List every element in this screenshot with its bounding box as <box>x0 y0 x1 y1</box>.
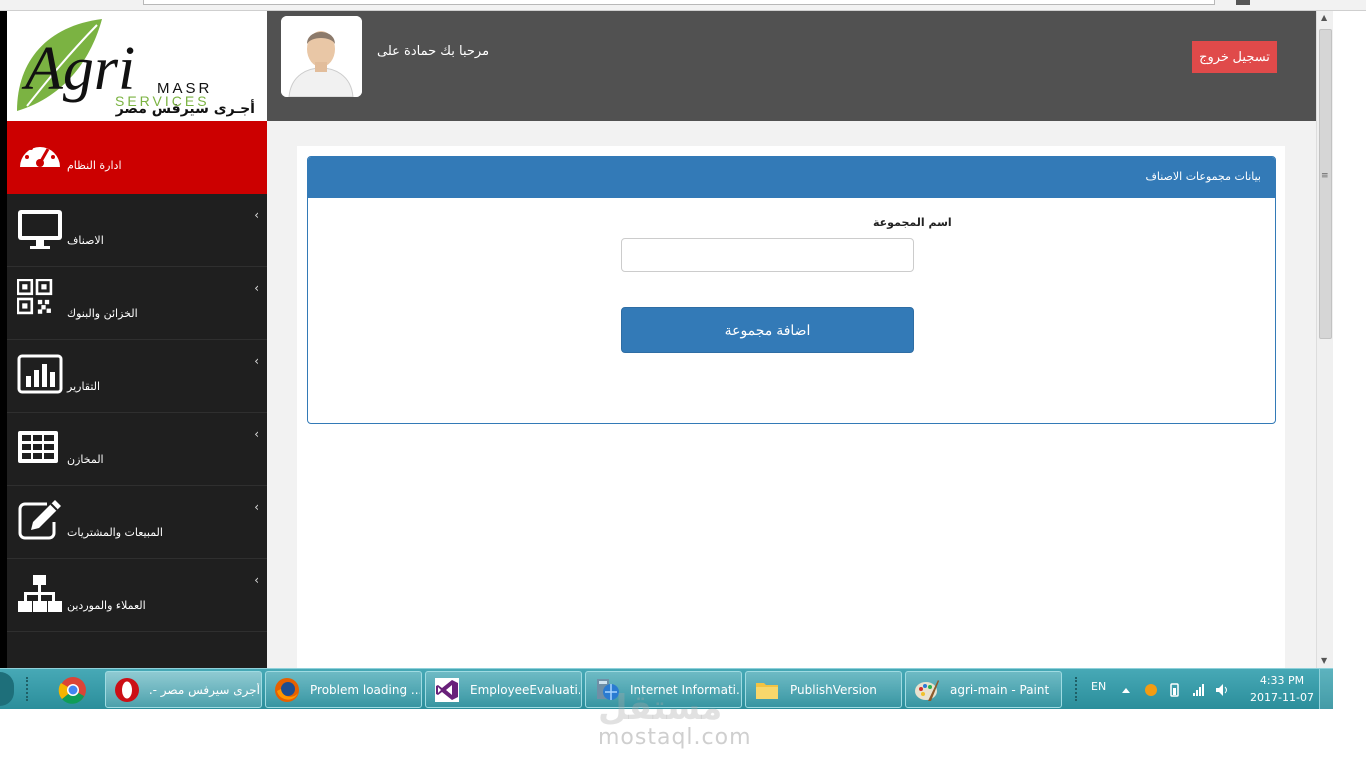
clock-time[interactable]: 4:33 PM <box>1247 674 1317 687</box>
chrome-pinned[interactable] <box>44 671 104 707</box>
qr-code-icon <box>17 279 53 315</box>
taskbar-visual-studio[interactable]: EmployeeEvaluati... <box>425 671 582 708</box>
chevron-left-icon: ‹ <box>254 573 259 587</box>
tray-icons[interactable] <box>1120 682 1230 698</box>
sidebar-item-label: المخازن <box>67 453 104 466</box>
sidebar-item-label: ادارة النظام <box>67 159 122 172</box>
grid-table-icon <box>18 431 58 463</box>
window-edge <box>0 11 7 668</box>
taskbar-folder[interactable]: PublishVersion <box>745 671 902 708</box>
paint-icon <box>915 680 939 701</box>
sidebar-item-system-admin[interactable]: ادارة النظام <box>7 121 267 194</box>
sidebar-item-label: الخزائن والبنوك <box>67 307 138 320</box>
sidebar-item-label: العملاء والموردين <box>67 599 146 612</box>
scrollbar-thumb[interactable] <box>1319 29 1332 339</box>
address-bar[interactable] <box>143 0 1215 5</box>
start-button[interactable] <box>0 672 14 706</box>
taskbar-opera[interactable]: أجرى سيرفس مصر -... <box>105 671 262 708</box>
welcome-text: مرحبا بك حمادة على <box>377 44 490 59</box>
chevron-left-icon: ‹ <box>254 500 259 514</box>
taskbar-label: Problem loading ... <box>310 683 420 697</box>
logo-arabic: أجـرى سيرفس مصر <box>115 101 255 117</box>
browser-top-strip <box>0 0 1366 11</box>
firefox-icon <box>275 678 299 702</box>
sidebar-item-sales-purchases[interactable]: المبيعات والمشتريات ‹ <box>7 486 267 559</box>
add-group-button[interactable]: اضافة مجموعة <box>621 307 914 353</box>
edit-icon <box>18 500 61 540</box>
taskbar-label: أجرى سيرفس مصر -... <box>150 683 260 697</box>
panel-header: بيانات مجموعات الاصناف <box>308 157 1275 198</box>
main-content: بيانات مجموعات الاصناف اسم المجموعة اضاف… <box>267 121 1316 668</box>
taskbar-paint[interactable]: agri-main - Paint <box>905 671 1062 708</box>
visual-studio-icon <box>435 678 459 702</box>
group-name-input[interactable] <box>621 238 914 272</box>
sidebar-item-treasuries[interactable]: الخزائن والبنوك ‹ <box>7 267 267 340</box>
sidebar-item-label: المبيعات والمشتريات <box>67 526 163 539</box>
taskbar-grip <box>26 677 30 701</box>
group-name-label: اسم المجموعة <box>873 216 952 229</box>
sidebar-item-label: الاصناف <box>67 234 104 247</box>
bar-chart-icon <box>17 354 63 394</box>
system-tray: EN 4:33 PM 2017-11-07 <box>1075 669 1333 710</box>
tray-grip <box>1075 677 1079 701</box>
watermark-arabic: مستقل <box>598 688 723 728</box>
chrome-icon <box>58 677 86 704</box>
show-desktop-button[interactable] <box>1319 669 1333 710</box>
sitemap-icon <box>18 575 62 612</box>
chevron-left-icon: ‹ <box>254 427 259 441</box>
avatar-icon <box>281 16 362 97</box>
chevron-left-icon: ‹ <box>254 208 259 222</box>
scroll-down-icon[interactable]: ▼ <box>1321 656 1327 665</box>
download-icon[interactable] <box>1236 0 1250 5</box>
signal-icon <box>1193 684 1204 696</box>
taskbar-firefox[interactable]: Problem loading ... <box>265 671 422 708</box>
taskbar-label: PublishVersion <box>790 683 877 697</box>
user-avatar[interactable] <box>281 16 362 97</box>
show-hidden-icon <box>1122 688 1130 693</box>
clock-date[interactable]: 2017-11-07 <box>1247 691 1317 704</box>
content-page: بيانات مجموعات الاصناف اسم المجموعة اضاف… <box>297 146 1285 668</box>
chevron-left-icon: ‹ <box>254 281 259 295</box>
top-header: مرحبا بك حمادة على تسجيل خروج <box>267 11 1316 121</box>
folder-icon <box>756 683 778 699</box>
chevron-left-icon: ‹ <box>254 354 259 368</box>
opera-icon <box>115 678 139 702</box>
sidebar-item-warehouses[interactable]: المخازن ‹ <box>7 413 267 486</box>
scroll-grip-icon: ≡ <box>1321 171 1329 181</box>
dashboard-gauge-icon <box>20 142 60 167</box>
watermark-text: mostaql.com <box>598 725 752 750</box>
sidebar: ادارة النظام الاصناف ‹ الخزائن والبنوك ‹ <box>7 121 267 668</box>
taskbar-label: agri-main - Paint <box>950 683 1050 697</box>
sidebar-item-categories[interactable]: الاصناف ‹ <box>7 194 267 267</box>
scroll-up-icon[interactable]: ▲ <box>1321 13 1327 22</box>
logout-button[interactable]: تسجيل خروج <box>1192 41 1277 73</box>
sidebar-item-customers-suppliers[interactable]: العملاء والموردين ‹ <box>7 559 267 632</box>
monitor-icon <box>18 210 62 249</box>
category-group-panel: بيانات مجموعات الاصناف اسم المجموعة اضاف… <box>307 156 1276 424</box>
panel-title: بيانات مجموعات الاصناف <box>1145 170 1261 183</box>
volume-icon <box>1216 684 1227 696</box>
language-indicator[interactable]: EN <box>1091 680 1106 693</box>
sidebar-item-label: التقارير <box>67 380 101 393</box>
taskbar-label: EmployeeEvaluati... <box>470 683 580 697</box>
brand-logo[interactable]: Agri MASR SERVICES أجـرى سيرفس مصر <box>7 11 267 121</box>
sidebar-item-reports[interactable]: التقارير ‹ <box>7 340 267 413</box>
page-scrollbar[interactable]: ▲ ≡ ▼ <box>1316 11 1333 668</box>
avast-icon <box>1145 684 1157 696</box>
